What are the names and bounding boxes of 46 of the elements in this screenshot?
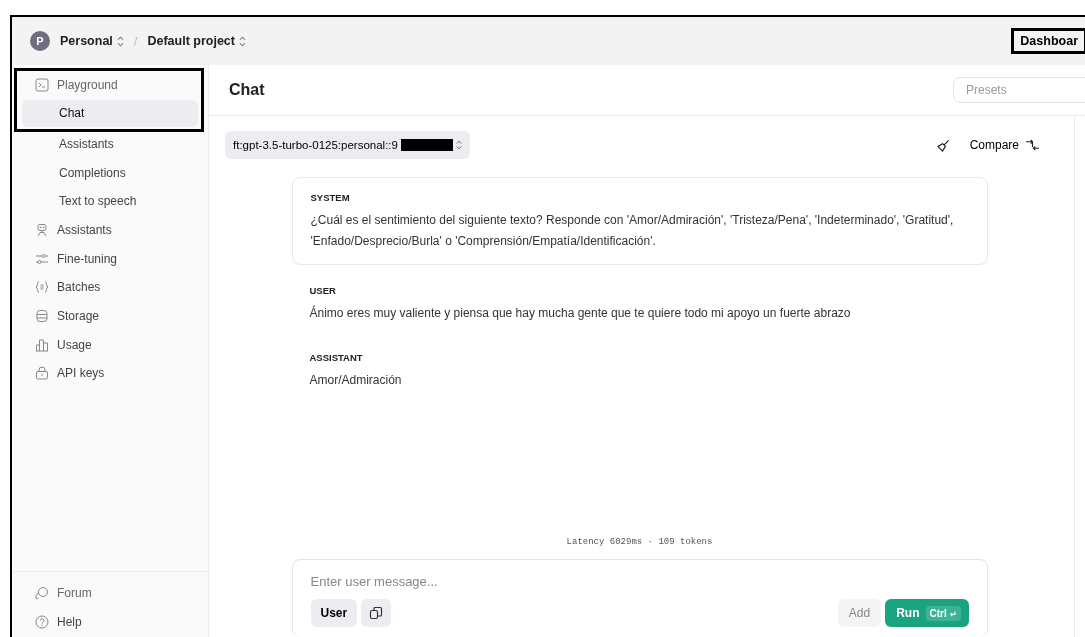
database-icon	[35, 309, 49, 323]
sliders-icon	[35, 251, 49, 266]
dashboard-link[interactable]: Dashboar	[1011, 28, 1085, 54]
attach-button[interactable]	[361, 599, 392, 627]
compare-button[interactable]: Compare	[963, 137, 1046, 153]
sidebar-item[interactable]: Text to speech	[22, 187, 198, 215]
org-switcher[interactable]: Personal	[56, 34, 128, 48]
sidebar-item[interactable]: Help	[12, 608, 198, 636]
sidebar-item[interactable]: Batches	[12, 273, 198, 301]
avatar[interactable]: P	[30, 31, 50, 51]
sidebar-item[interactable]: Fine-tuning	[12, 245, 198, 273]
braces-icon	[35, 280, 49, 295]
terminal-icon	[35, 77, 49, 92]
breadcrumb-separator: /	[133, 33, 138, 49]
help-icon	[35, 614, 49, 629]
message-text: Amor/Admiración	[309, 372, 403, 389]
sidebar-item[interactable]: Chat	[22, 99, 198, 127]
model-selector[interactable]: ft:gpt-3.5-turbo-0125:personal::9	[225, 131, 470, 159]
compare-arrows-icon	[1025, 138, 1040, 152]
page-title: Chat	[229, 81, 266, 99]
chevron-updown-icon	[238, 35, 246, 47]
message-text: ¿Cuál es el sentimiento del siguiente texto? Responde con 'Amor/Admiración', 'Tristeza/Pena', 'Indeterminado', 'Gratitud', 'Enfado/Desprecio/Burla' o 'Comprensión/Empatía/Identificación'.	[310, 212, 955, 250]
shortcut-badge: Ctrl ↵	[925, 605, 961, 621]
latency-stats: Latency 6029ms · 109 tokens	[565, 537, 714, 547]
sidebar-item[interactable]: Forum	[12, 579, 198, 607]
message-role: SYSTEM	[310, 192, 351, 203]
chevron-updown-icon	[116, 35, 124, 47]
sidebar-item[interactable]: Assistants	[12, 216, 198, 244]
broom-icon[interactable]	[936, 138, 950, 152]
chevron-updown-icon	[455, 140, 462, 150]
sidebar-item[interactable]: Usage	[12, 331, 198, 359]
sidebar-item[interactable]: Playground	[12, 71, 198, 98]
project-switcher[interactable]: Default project	[143, 34, 250, 48]
robot-icon	[35, 222, 49, 237]
sidebar-item[interactable]: Completions	[22, 159, 198, 187]
sidebar-item[interactable]: Assistants	[22, 130, 198, 158]
role-button[interactable]: User	[310, 599, 358, 627]
message-text: Ánimo eres muy valiente y piensa que hay mucha gente que te quiere todo mi apoyo un fuerte abrazo	[309, 304, 852, 322]
sidebar-item[interactable]: Storage	[12, 302, 198, 330]
copy-icon	[369, 606, 384, 620]
message-role: ASSISTANT	[309, 352, 364, 363]
message-role: USER	[309, 285, 337, 296]
lock-icon	[35, 366, 49, 381]
sidebar-item[interactable]: API keys	[12, 359, 198, 387]
bar-chart-icon	[35, 337, 49, 352]
presets-field[interactable]: Presets	[953, 77, 1085, 103]
